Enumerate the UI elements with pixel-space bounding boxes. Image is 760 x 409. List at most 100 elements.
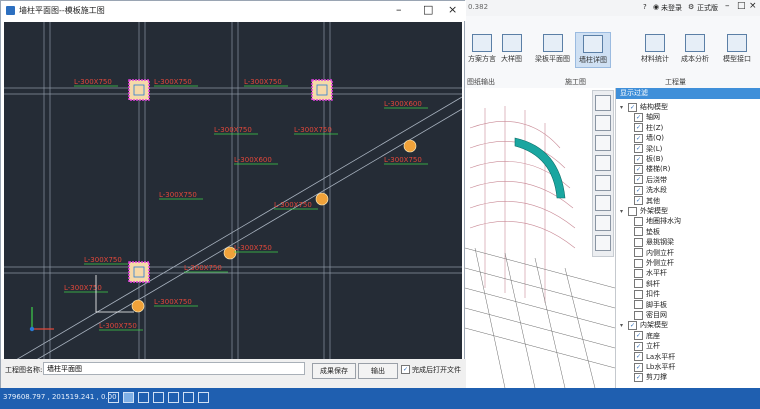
- filter-label: 脚手板: [646, 300, 667, 309]
- filter-checkbox[interactable]: ✓: [634, 133, 643, 143]
- beam-label: L-300X750: [184, 264, 222, 272]
- save-result-button[interactable]: 成果保存: [312, 363, 356, 379]
- filter-checkbox[interactable]: [634, 258, 643, 268]
- beam-label: L-300X600: [384, 100, 422, 108]
- side-view-icon[interactable]: [595, 155, 611, 171]
- settings-icon[interactable]: ⚙: [688, 3, 694, 11]
- filter-checkbox[interactable]: [634, 216, 643, 226]
- expand-toggle-icon[interactable]: ▾: [620, 320, 628, 332]
- model-interface-icon: [727, 34, 747, 52]
- wall-column-detail-icon: [583, 35, 603, 53]
- filter-checkbox[interactable]: ✓: [634, 372, 643, 382]
- osnap-icon[interactable]: [168, 392, 179, 403]
- rotate-view-icon[interactable]: [595, 95, 611, 111]
- edition-label: 正式版: [697, 4, 718, 12]
- ortho-icon[interactable]: [138, 392, 149, 403]
- project-name-input[interactable]: [43, 362, 305, 375]
- filter-label: 斜杆: [646, 279, 660, 288]
- user-icon[interactable]: ◉: [653, 3, 659, 11]
- close-icon[interactable]: ×: [749, 1, 757, 11]
- tracking-icon[interactable]: [198, 392, 209, 403]
- fit-view-icon[interactable]: [595, 215, 611, 231]
- minimize-icon[interactable]: –: [396, 3, 402, 16]
- filter-item[interactable]: ✓ 剪刀撑: [634, 371, 667, 383]
- expand-toggle-icon[interactable]: ▾: [620, 206, 628, 218]
- main-window-titlebar: 0.382 ? ◉ 未登录 ⚙ 正式版 – □ ×: [465, 0, 760, 17]
- diagonal-beam-edge: [37, 108, 462, 359]
- ribbon-group-quantities: 工程量: [665, 78, 686, 86]
- ribbon-button-wall-column-detail[interactable]: 墙柱详图: [575, 32, 611, 68]
- filter-checkbox[interactable]: ✓: [634, 144, 643, 154]
- polar-icon[interactable]: [153, 392, 164, 403]
- ribbon-button-label: 模型接口: [723, 55, 751, 63]
- filter-checkbox[interactable]: [634, 289, 643, 299]
- filter-checkbox[interactable]: [634, 300, 643, 310]
- filter-checkbox[interactable]: ✓: [634, 164, 643, 174]
- filter-checkbox[interactable]: [634, 268, 643, 278]
- minimize-icon[interactable]: –: [725, 1, 730, 11]
- maximize-icon[interactable]: □: [423, 3, 433, 16]
- filter-label: 密目网: [646, 311, 667, 319]
- maximize-icon[interactable]: □: [737, 1, 746, 11]
- column-symbol: [128, 261, 150, 283]
- filter-label: 轴网: [646, 113, 660, 122]
- filter-checkbox[interactable]: ✓: [634, 331, 643, 341]
- filter-label: 外架模型: [640, 207, 668, 215]
- close-icon[interactable]: ×: [448, 3, 457, 16]
- filter-label: 外侧立杆: [646, 259, 674, 267]
- ribbon-button-scheme[interactable]: 方案方言: [468, 34, 496, 64]
- filter-checkbox[interactable]: ✓: [634, 362, 643, 372]
- filter-checkbox[interactable]: [628, 206, 637, 216]
- open-after-checkbox[interactable]: ✓: [401, 365, 410, 374]
- layer-view-icon[interactable]: [595, 235, 611, 251]
- filter-label: 扣件: [646, 290, 660, 299]
- app-icon: [6, 6, 15, 15]
- dialog-titlebar: 墙柱平面图--模板施工图 – □ ×: [1, 1, 466, 21]
- ribbon-button-cost-analysis[interactable]: 成本分析: [681, 34, 709, 64]
- filter-checkbox[interactable]: ✓: [634, 341, 643, 351]
- grid-icon[interactable]: [123, 392, 134, 403]
- expand-toggle-icon[interactable]: ▾: [620, 102, 628, 114]
- angle-icon[interactable]: [183, 392, 194, 403]
- filter-checkbox[interactable]: ✓: [634, 112, 643, 122]
- filter-checkbox[interactable]: ✓: [634, 175, 643, 185]
- beam-label: L-300X750: [74, 78, 112, 86]
- login-status[interactable]: 未登录: [661, 3, 682, 13]
- front-view-icon[interactable]: [595, 135, 611, 151]
- material-stats-icon: [645, 34, 665, 52]
- ribbon-button-label: 梁板平面图: [535, 55, 570, 63]
- ribbon-button-label: 墙柱详图: [579, 56, 607, 64]
- filter-checkbox[interactable]: ✓: [634, 154, 643, 164]
- ribbon-button-material-stats[interactable]: 材料统计: [641, 34, 669, 64]
- filter-view-icon[interactable]: [595, 195, 611, 211]
- beam-label: L-300X750: [214, 126, 252, 134]
- project-name-label: 工程图名称:: [5, 366, 43, 374]
- filter-checkbox[interactable]: [634, 279, 643, 289]
- top-view-icon[interactable]: [595, 115, 611, 131]
- cad-drawing-canvas[interactable]: L-300X750 L-300X750 L-300X750 L-300X600 L-30…: [4, 22, 462, 359]
- filter-checkbox[interactable]: [634, 227, 643, 237]
- ribbon-button-model-interface[interactable]: 模型接口: [723, 34, 751, 64]
- ribbon-button-beam-slab-plan[interactable]: 梁板平面图: [535, 34, 570, 64]
- diagonal-beam-edge: [16, 96, 462, 359]
- filter-checkbox[interactable]: ✓: [628, 320, 637, 330]
- filter-checkbox[interactable]: ✓: [634, 352, 643, 362]
- snap-icon[interactable]: [108, 392, 119, 403]
- filter-checkbox[interactable]: ✓: [634, 196, 643, 206]
- dialog-footer: 工程图名称: 成果保存 输出 ✓ 完成后打开文件: [1, 359, 466, 389]
- filter-label: 墙(Q): [646, 134, 664, 143]
- scheme-icon: [472, 34, 492, 52]
- filter-checkbox[interactable]: [634, 310, 643, 320]
- output-button[interactable]: 输出: [358, 363, 398, 379]
- support-node: [131, 299, 145, 313]
- filter-checkbox[interactable]: ✓: [634, 185, 643, 195]
- ribbon-button-detail[interactable]: 大样图: [501, 34, 522, 64]
- iso-view-icon[interactable]: [595, 175, 611, 191]
- filter-checkbox[interactable]: ✓: [628, 102, 637, 112]
- filter-checkbox[interactable]: [634, 237, 643, 247]
- filter-checkbox[interactable]: [634, 248, 643, 258]
- filter-label: 内侧立杆: [646, 248, 674, 257]
- filter-checkbox[interactable]: ✓: [634, 123, 643, 133]
- help-icon[interactable]: ?: [643, 3, 647, 11]
- beam-label: L-300X750: [294, 126, 332, 134]
